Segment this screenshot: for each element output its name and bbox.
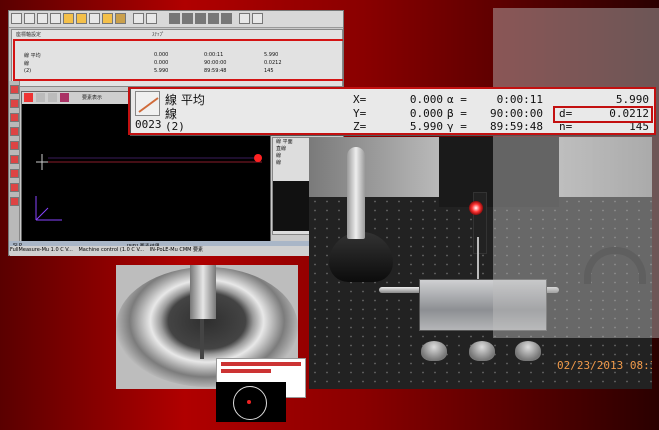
tool-icon-1[interactable]	[10, 85, 19, 94]
gamma-value: 89:59:48	[490, 120, 543, 133]
taskbar: FullMeasure-Mu 1.0 C V... Machine contro…	[10, 246, 310, 256]
machine-icon-3[interactable]	[195, 13, 206, 24]
probe-light	[469, 201, 483, 215]
machine-icon-1[interactable]	[169, 13, 180, 24]
tool-icon-2[interactable]	[10, 99, 19, 108]
taskbar-item-1[interactable]: FullMeasure-Mu 1.0 C V...	[10, 247, 73, 253]
alpha-value: 0:00:11	[496, 93, 543, 106]
mini-title: 座標軸設定	[16, 32, 42, 38]
left-toolbar	[9, 81, 20, 241]
toolbar-button-3[interactable]	[37, 13, 48, 24]
gamma-label: γ =	[447, 120, 467, 133]
mini-header-right: ｽﾃｯﾌﾟ	[152, 32, 165, 38]
circle-center-dot	[247, 400, 251, 404]
toolbar-button-1[interactable]	[11, 13, 22, 24]
tool-icon-5[interactable]	[10, 141, 19, 150]
mini-readout-highlight	[13, 39, 343, 81]
open-icon[interactable]	[76, 13, 87, 24]
probe-position-marker	[254, 154, 262, 162]
nut-3	[515, 341, 541, 361]
small-screen-bar-2	[221, 369, 271, 373]
probe-icon[interactable]	[102, 13, 113, 24]
toolbar-button-2[interactable]	[24, 13, 35, 24]
toolbar-button-4[interactable]	[50, 13, 61, 24]
measurement-readout: 0023 線 平均 線 (2) X= 0.000 Y= 0.000 Z= 5.9…	[130, 88, 656, 136]
y-label: Y=	[353, 107, 367, 120]
tool-icon-8[interactable]	[10, 183, 19, 192]
spare-stylus	[347, 147, 365, 239]
ring-stylus	[200, 319, 204, 359]
taskbar-item-3[interactable]: IN-PoLE-Mu CMM 要素	[150, 246, 203, 253]
z-value: 5.990	[409, 120, 443, 133]
toolbar-button-17[interactable]	[239, 13, 250, 24]
beta-label: β =	[447, 107, 467, 120]
machine-icon-2[interactable]	[182, 13, 193, 24]
machine-icon-4[interactable]	[208, 13, 219, 24]
toolbar-button-7[interactable]	[89, 13, 100, 24]
z-label: Z=	[353, 120, 367, 133]
nut-2	[469, 341, 495, 361]
x-value: 0.000	[409, 93, 443, 106]
line-element-icon	[135, 91, 160, 116]
x-label: X=	[353, 93, 367, 106]
folder-icon[interactable]	[63, 13, 74, 24]
element-points: (2)	[165, 120, 185, 133]
small-screen-bar-1	[221, 362, 301, 366]
toolbar-button-11[interactable]	[146, 13, 157, 24]
machine-icon-5[interactable]	[221, 13, 232, 24]
circle-view	[216, 382, 286, 422]
tool-icon-7[interactable]	[10, 169, 19, 178]
result-value-1: 5.990	[615, 93, 649, 106]
overlay-translucent-panel	[493, 8, 659, 338]
tool-icon-4[interactable]	[10, 127, 19, 136]
nut-1	[421, 341, 447, 361]
main-toolbar	[9, 11, 343, 28]
tool-icon-9[interactable]	[10, 197, 19, 206]
alpha-label: α =	[447, 93, 467, 106]
element-number: 0023	[135, 118, 162, 131]
toolbar-button-10[interactable]	[133, 13, 144, 24]
photo-timestamp: 02/23/2013 08:32	[557, 359, 652, 372]
taskbar-item-2[interactable]: Machine control (1.0 C V...	[78, 247, 144, 253]
stylus-holder	[329, 232, 393, 282]
toolbar-button-18[interactable]	[252, 13, 263, 24]
y-value: 0.000	[409, 107, 443, 120]
tool-icon-3[interactable]	[10, 113, 19, 122]
toolbar-button-9[interactable]	[115, 13, 126, 24]
straightness-highlight	[553, 106, 653, 123]
ring-probe	[190, 265, 216, 319]
beta-value: 90:00:00	[490, 107, 543, 120]
tool-icon-6[interactable]	[10, 155, 19, 164]
